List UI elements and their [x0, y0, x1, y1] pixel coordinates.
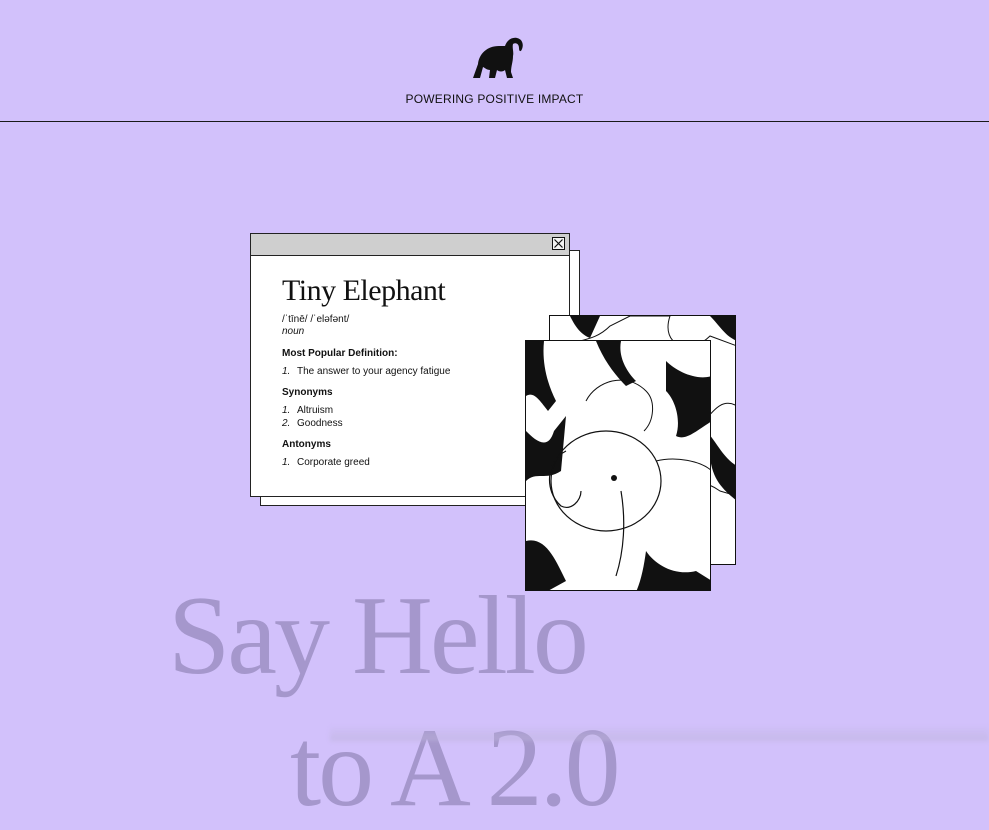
list-item: 1. Altruism [282, 404, 557, 417]
item-text: The answer to your agency fatigue [297, 366, 451, 377]
site-header: POWERING POSITIVE IMPACT [0, 0, 989, 122]
item-number: 2. [282, 418, 291, 429]
scroll-fade [330, 725, 989, 741]
list-item: 2. Goodness [282, 417, 557, 430]
tagline: POWERING POSITIVE IMPACT [405, 92, 584, 106]
antonyms-heading: Antonyms [282, 439, 331, 450]
item-number: 1. [282, 457, 291, 468]
item-number: 1. [282, 366, 291, 377]
synonyms-heading: Synonyms [282, 387, 333, 398]
pronunciation: /ˈtīnē/ /ˈeləfənt/ [282, 314, 350, 325]
window-titlebar[interactable] [251, 234, 569, 256]
part-of-speech: noun [282, 326, 305, 337]
item-text: Goodness [297, 418, 343, 429]
close-icon [554, 239, 563, 248]
elephant-icon[interactable] [469, 34, 525, 80]
list-item: 1. The answer to your agency fatigue [282, 365, 557, 378]
dictionary-content: Tiny Elephant /ˈtīnē/ /ˈeləfənt/ noun Mo… [282, 274, 557, 469]
elephant-illustration-front [525, 340, 711, 591]
definition-heading: Most Popular Definition: [282, 348, 398, 359]
list-item: 1. Corporate greed [282, 456, 557, 469]
item-text: Altruism [297, 405, 334, 416]
hero-heading-line1: Say Hello [168, 574, 589, 698]
close-button[interactable] [552, 237, 565, 250]
item-number: 1. [282, 405, 291, 416]
dictionary-window: Tiny Elephant /ˈtīnē/ /ˈeləfənt/ noun Mo… [250, 233, 570, 497]
item-text: Corporate greed [297, 457, 370, 468]
entry-title: Tiny Elephant [282, 274, 446, 307]
